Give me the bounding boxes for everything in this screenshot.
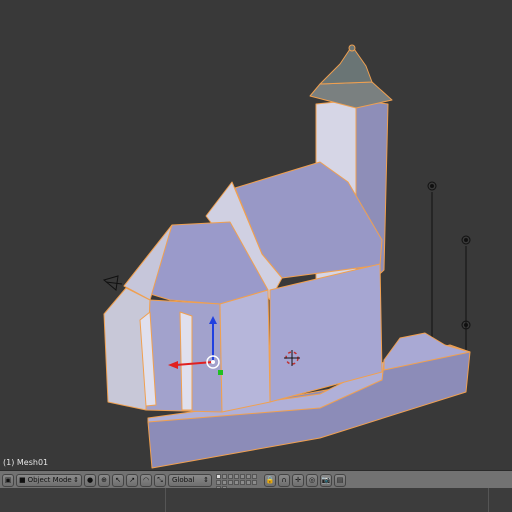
viewport-header: ▣ ■ Object Mode ⇕ ● ⊕ ↖ ↗ ◠ ⤡ Global ⇕ 🔒… <box>0 470 512 491</box>
camera-object[interactable] <box>102 275 123 291</box>
shading-icon[interactable]: ● <box>84 473 96 487</box>
render-anim-icon[interactable]: ▤ <box>334 473 346 487</box>
layers-grid[interactable] <box>216 474 262 491</box>
snap-target-icon[interactable]: ✛ <box>292 473 304 487</box>
scale-icon[interactable]: ⤡ <box>154 473 166 487</box>
proportional-icon[interactable]: ◎ <box>306 473 318 487</box>
rotate-icon[interactable]: ◠ <box>140 473 152 487</box>
3d-viewport[interactable]: (1) Mesh01 <box>0 0 512 470</box>
pivot-icon[interactable]: ⊕ <box>98 473 110 487</box>
editor-divider <box>488 488 489 512</box>
lock-icon[interactable]: 🔒 <box>264 473 276 487</box>
lamp-object[interactable] <box>427 181 437 355</box>
chevron-down-icon: ⇕ <box>73 476 79 484</box>
church-mesh[interactable] <box>103 44 471 469</box>
translate-icon[interactable]: ↗ <box>126 473 138 487</box>
snap-icon[interactable]: ∩ <box>278 473 290 487</box>
chevron-down-icon: ⇕ <box>203 476 209 484</box>
orientation-dropdown[interactable]: Global ⇕ <box>168 473 212 487</box>
orientation-label: Global <box>172 476 195 484</box>
object-mode-icon: ■ <box>19 476 26 484</box>
mode-label: Object Mode <box>27 476 72 484</box>
view3d-editor-icon[interactable]: ▣ <box>2 473 14 487</box>
render-icon[interactable]: 📷 <box>320 473 332 487</box>
lamp-object[interactable] <box>461 235 471 355</box>
manipulator-icon[interactable]: ↖ <box>112 473 124 487</box>
bottom-editor-area <box>0 488 512 512</box>
editor-divider <box>165 488 166 512</box>
object-mode-dropdown[interactable]: ■ Object Mode ⇕ <box>16 473 82 487</box>
scene-render <box>102 44 471 469</box>
object-info-label: (1) Mesh01 <box>3 458 49 467</box>
